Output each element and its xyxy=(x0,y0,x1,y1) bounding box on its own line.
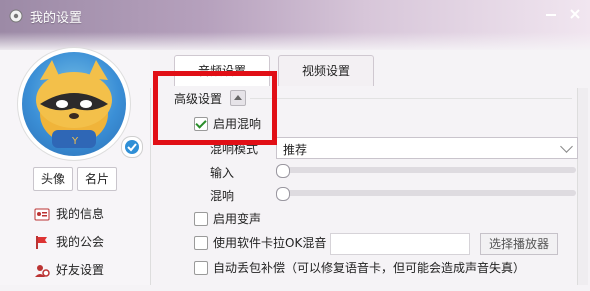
software-karaoke-checkbox[interactable] xyxy=(194,236,208,250)
sidebar-item-label: 我的信息 xyxy=(56,207,105,221)
sidebar-item-label: 好友设置 xyxy=(56,263,105,277)
content-divider xyxy=(150,88,151,285)
close-button[interactable] xyxy=(564,5,586,23)
tab-video-settings[interactable]: 视频设置 xyxy=(278,55,374,86)
sidebar-item-my-info[interactable]: 我的信息 xyxy=(34,204,144,224)
title-bar: 我的设置 xyxy=(0,0,590,50)
raccoon-mascot-icon: Y xyxy=(36,60,112,148)
input-label: 输入 xyxy=(210,166,235,180)
auto-packet-loss-label: 自动丢包补偿（可以修复语音卡，但可能会造成声音失真） xyxy=(213,261,526,275)
chevron-down-icon xyxy=(560,140,573,153)
input-slider-track xyxy=(276,167,576,173)
reverb-slider-thumb[interactable] xyxy=(276,187,290,201)
enable-voice-change-label: 启用变声 xyxy=(213,212,262,226)
reverb-slider-track xyxy=(276,190,576,196)
reverb-mode-select[interactable]: 推荐 xyxy=(276,137,578,159)
enable-voice-change-checkbox[interactable] xyxy=(194,212,208,226)
svg-text:Y: Y xyxy=(71,136,79,147)
avatar[interactable]: Y xyxy=(22,52,143,158)
input-slider[interactable] xyxy=(276,164,576,178)
flag-icon xyxy=(34,234,50,250)
highlight-annotation xyxy=(153,71,277,145)
sidebar-item-friend-settings[interactable]: 好友设置 xyxy=(34,260,144,280)
friends-gear-icon xyxy=(34,262,50,278)
window-title: 我的设置 xyxy=(30,11,83,26)
settings-gear-icon xyxy=(8,8,24,24)
minimize-button[interactable] xyxy=(540,5,562,23)
sidebar-item-label: 我的公会 xyxy=(56,235,105,249)
partially-visible-row xyxy=(194,283,574,291)
reverb-label: 混响 xyxy=(210,189,235,203)
reverb-mode-value: 推荐 xyxy=(283,143,308,157)
player-path-input[interactable] xyxy=(330,233,470,255)
auto-packet-loss-checkbox[interactable] xyxy=(194,261,208,275)
avatar-button[interactable]: 头像 xyxy=(33,167,73,191)
section-separator xyxy=(250,98,572,99)
reverb-slider[interactable] xyxy=(276,187,576,201)
choose-player-button[interactable]: 选择播放器 xyxy=(480,233,558,255)
user-card-icon xyxy=(34,206,50,222)
input-slider-thumb[interactable] xyxy=(276,164,290,178)
software-karaoke-label: 使用软件卡拉OK混音 xyxy=(213,236,327,250)
profile-card-button[interactable]: 名片 xyxy=(77,167,117,191)
vertical-scrollbar[interactable] xyxy=(577,88,588,285)
verified-badge-icon xyxy=(121,136,143,158)
sidebar: Y 头像 名片 我的信息 我的公会 好友设置 xyxy=(0,50,150,285)
sidebar-item-my-guild[interactable]: 我的公会 xyxy=(34,232,144,252)
